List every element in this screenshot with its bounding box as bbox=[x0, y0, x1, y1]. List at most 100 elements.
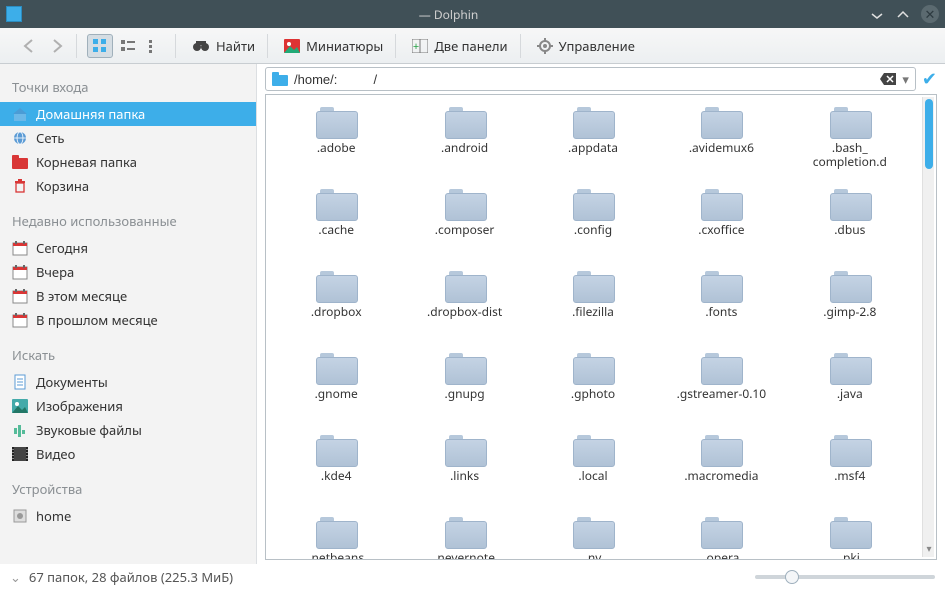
folder-item[interactable]: .cxoffice bbox=[657, 187, 785, 269]
forward-button[interactable] bbox=[44, 34, 70, 58]
zoom-knob[interactable] bbox=[785, 570, 799, 584]
folder-icon bbox=[316, 435, 356, 465]
sidebar-item-label: Домашняя папка bbox=[36, 105, 145, 123]
folder-item[interactable]: .gimp-2.8 bbox=[786, 269, 914, 351]
img-icon bbox=[12, 398, 28, 414]
folder-item[interactable]: .dropbox-dist bbox=[400, 269, 528, 351]
back-button[interactable] bbox=[16, 34, 42, 58]
folder-icon bbox=[830, 107, 870, 137]
folder-item[interactable]: .msf4 bbox=[786, 433, 914, 515]
minimize-button[interactable] bbox=[869, 6, 885, 22]
folder-item[interactable]: .adobe bbox=[272, 105, 400, 187]
folder-item[interactable]: .local bbox=[529, 433, 657, 515]
folder-icon bbox=[316, 271, 356, 301]
thumbnails-button[interactable]: Миниатюры bbox=[278, 34, 389, 58]
folder-icon bbox=[830, 435, 870, 465]
folder-item[interactable]: .nevernote bbox=[400, 515, 528, 559]
folder-icon bbox=[573, 189, 613, 219]
addressbar: ▾ ✔ bbox=[257, 64, 945, 94]
folder-item[interactable]: .kde4 bbox=[272, 433, 400, 515]
folder-label: .filezilla bbox=[572, 305, 614, 319]
sidebar-item[interactable]: Сеть bbox=[0, 126, 256, 150]
folder-label: .gimp-2.8 bbox=[823, 305, 876, 319]
sidebar-item[interactable]: home bbox=[0, 504, 256, 528]
scrollbar-down-icon[interactable]: ▾ bbox=[923, 541, 935, 555]
folder-item[interactable]: .macromedia bbox=[657, 433, 785, 515]
folder-item[interactable]: .avidemux6 bbox=[657, 105, 785, 187]
folder-icon bbox=[445, 353, 485, 383]
file-grid[interactable]: .adobe.android.appdata.avidemux6 .bash_ c… bbox=[266, 95, 920, 559]
vertical-scrollbar[interactable]: ▾ bbox=[922, 97, 934, 557]
folder-item[interactable]: .dropbox bbox=[272, 269, 400, 351]
sidebar-item-label: Сеть bbox=[36, 129, 64, 147]
folder-item[interactable]: .fonts bbox=[657, 269, 785, 351]
folder-item[interactable]: .gnome bbox=[272, 351, 400, 433]
sidebar-item[interactable]: Звуковые файлы bbox=[0, 418, 256, 442]
folder-item[interactable]: .gstreamer-0.10 bbox=[657, 351, 785, 433]
folder-label: .msf4 bbox=[834, 469, 865, 483]
cal-icon bbox=[12, 264, 28, 280]
folder-label: .bash_ completion.d bbox=[813, 141, 887, 169]
folder-label: .composer bbox=[435, 223, 495, 237]
folder-item[interactable]: .dbus bbox=[786, 187, 914, 269]
sidebar-item[interactable]: Видео bbox=[0, 442, 256, 466]
folder-item[interactable]: .composer bbox=[400, 187, 528, 269]
sidebar-item-label: Вчера bbox=[36, 263, 74, 281]
folder-item[interactable]: .config bbox=[529, 187, 657, 269]
folder-item[interactable]: .opera bbox=[657, 515, 785, 559]
status-text: 67 папок, 28 файлов (225.3 МиБ) bbox=[29, 568, 747, 586]
address-field[interactable]: ▾ bbox=[265, 67, 916, 91]
sidebar-item[interactable]: Корзина bbox=[0, 174, 256, 198]
sidebar-item[interactable]: Корневая папка bbox=[0, 150, 256, 174]
sidebar-item[interactable]: Документы bbox=[0, 370, 256, 394]
view-icons-button[interactable] bbox=[87, 34, 113, 58]
address-dropdown-icon[interactable]: ▾ bbox=[902, 70, 909, 88]
zoom-slider[interactable] bbox=[755, 575, 935, 579]
folder-item[interactable]: .gphoto bbox=[529, 351, 657, 433]
sidebar-item[interactable]: В этом месяце bbox=[0, 284, 256, 308]
sidebar: Точки входаДомашняя папкаСетьКорневая па… bbox=[0, 64, 257, 564]
cal-icon bbox=[12, 312, 28, 328]
folder-item[interactable]: .bash_ completion.d bbox=[786, 105, 914, 187]
folder-item[interactable]: .appdata bbox=[529, 105, 657, 187]
scrollbar-thumb[interactable] bbox=[925, 99, 933, 169]
sidebar-item[interactable]: В прошлом месяце bbox=[0, 308, 256, 332]
svg-text:+: + bbox=[413, 39, 419, 53]
folder-icon bbox=[830, 353, 870, 383]
sidebar-item[interactable]: Сегодня bbox=[0, 236, 256, 260]
find-button[interactable]: Найти bbox=[186, 34, 261, 58]
confirm-address-button[interactable]: ✔ bbox=[922, 67, 937, 91]
sidebar-resize-handle[interactable]: ⌄ bbox=[10, 568, 21, 586]
folder-item[interactable]: .cache bbox=[272, 187, 400, 269]
folder-icon bbox=[316, 517, 356, 547]
folder-label: .dropbox-dist bbox=[427, 305, 502, 319]
split-button[interactable]: + Две панели bbox=[406, 34, 513, 58]
titlebar: — Dolphin ✕ bbox=[0, 0, 945, 28]
disk-icon bbox=[12, 508, 28, 524]
folder-item[interactable]: .links bbox=[400, 433, 528, 515]
folder-item[interactable]: .pki bbox=[786, 515, 914, 559]
view-compact-button[interactable] bbox=[115, 34, 141, 58]
folder-label: .gnome bbox=[315, 387, 358, 401]
folder-item[interactable]: .gnupg bbox=[400, 351, 528, 433]
sidebar-item[interactable]: Вчера bbox=[0, 260, 256, 284]
folder-label: .gnupg bbox=[444, 387, 484, 401]
folder-item[interactable]: .filezilla bbox=[529, 269, 657, 351]
split-label: Две панели bbox=[434, 37, 507, 55]
clear-address-icon[interactable] bbox=[880, 73, 896, 85]
sidebar-item-label: Сегодня bbox=[36, 239, 88, 257]
folder-item[interactable]: .netbeans bbox=[272, 515, 400, 559]
sidebar-item[interactable]: Изображения bbox=[0, 394, 256, 418]
folder-item[interactable]: .android bbox=[400, 105, 528, 187]
folder-icon bbox=[701, 517, 741, 547]
folder-icon bbox=[445, 189, 485, 219]
folder-item[interactable]: .nv bbox=[529, 515, 657, 559]
control-button[interactable]: Управление bbox=[531, 34, 641, 58]
sidebar-item[interactable]: Домашняя папка bbox=[0, 102, 256, 126]
maximize-button[interactable] bbox=[895, 6, 911, 22]
close-button[interactable]: ✕ bbox=[921, 5, 939, 23]
cal-icon bbox=[12, 288, 28, 304]
folder-item[interactable]: .java bbox=[786, 351, 914, 433]
address-input[interactable] bbox=[294, 72, 874, 87]
view-details-button[interactable] bbox=[143, 34, 169, 58]
